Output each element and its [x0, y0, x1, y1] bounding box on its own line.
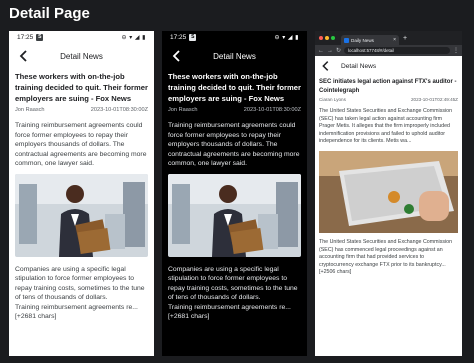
article-summary: Training reimbursement agreements could … [168, 122, 300, 167]
new-tab-icon[interactable]: + [403, 35, 407, 42]
browser-tab-strip: Daily News × + [315, 31, 462, 45]
status-time: 17:25 [17, 34, 34, 41]
status-bar: 17:25 S ⊖ ▾ ◢ ▮ [9, 31, 154, 44]
signal-wifi-battery-icons: ⊖ ▾ ◢ ▮ [274, 35, 299, 41]
notification-badge-icon: S [189, 34, 197, 41]
article-meta: Ciaran Lyons 2023-10-01T02:49:45Z [319, 97, 458, 102]
article-content: The United States Securities and Exchang… [319, 238, 453, 276]
close-window-icon[interactable] [319, 36, 323, 40]
signal-wifi-battery-icons: ⊖ ▾ ◢ ▮ [121, 35, 146, 41]
article-content: Companies are using a specific legal sti… [15, 265, 145, 302]
back-arrow-icon[interactable] [319, 59, 333, 73]
article-meta: Jon Raasch 2023-10-01T08:30:00Z [15, 107, 148, 113]
article: These workers with on-the-job training d… [162, 71, 307, 322]
address-bar[interactable]: localhost:57748/#/detail [344, 47, 450, 54]
article-image [15, 173, 148, 257]
article-char-count: [+2681 chars] [15, 313, 57, 320]
article-summary: The United States Securities and Exchang… [319, 108, 453, 145]
article-author: Jon Raasch [168, 107, 198, 113]
light-mode-screen: 17:25 S ⊖ ▾ ◢ ▮ Detail News These worker… [9, 31, 154, 356]
article-headline: These workers with on-the-job training d… [15, 72, 148, 103]
dark-mode-screen: 17:25 S ⊖ ▾ ◢ ▮ Detail News These worker… [162, 31, 307, 356]
menu-icon[interactable]: ⋮ [453, 47, 459, 54]
url-text: localhost:57748/#/detail [348, 48, 395, 53]
article: These workers with on-the-job training d… [9, 71, 154, 322]
article-image [168, 173, 301, 257]
app-bar: Detail News [162, 44, 307, 68]
article-date: 2023-10-01T08:30:00Z [90, 107, 148, 113]
tab-close-icon[interactable]: × [393, 37, 396, 43]
page-title: Detail Page [9, 5, 90, 22]
article-author: Ciaran Lyons [319, 97, 346, 102]
notification-badge-icon: S [36, 34, 44, 41]
app-bar: Detail News [9, 44, 154, 68]
article: SEC initiates legal action against FTX's… [315, 78, 462, 277]
app-bar-title: Detail News [341, 63, 377, 70]
back-arrow-icon[interactable] [16, 48, 32, 64]
article-date: 2023-10-01T02:49:45Z [411, 97, 458, 102]
article-headline: SEC initiates legal action against FTX's… [319, 79, 457, 94]
browser-toolbar: ← → ↻ localhost:57748/#/detail ⋮ [315, 45, 462, 56]
app-bar: Detail News [315, 56, 462, 77]
article-char-count: [+2681 chars] [168, 313, 210, 320]
article-content: Companies are using a specific legal sti… [168, 265, 298, 302]
status-bar: 17:25 S ⊖ ▾ ◢ ▮ [162, 31, 307, 44]
back-arrow-icon[interactable] [169, 48, 185, 64]
reload-icon[interactable]: ↻ [336, 47, 341, 54]
browser-back-icon[interactable]: ← [318, 48, 324, 54]
article-meta: Jon Raasch 2023-10-01T08:30:00Z [168, 107, 301, 113]
article-summary: Training reimbursement agreements could … [15, 122, 147, 167]
article-author: Jon Raasch [15, 107, 45, 113]
browser-forward-icon[interactable]: → [327, 48, 333, 54]
favicon-icon [344, 37, 349, 43]
article-content-more: Training reimbursement agreements re... [168, 303, 291, 311]
minimize-window-icon[interactable] [325, 36, 329, 40]
article-headline: These workers with on-the-job training d… [168, 72, 301, 103]
maximize-window-icon[interactable] [331, 36, 335, 40]
article-content-more: Training reimbursement agreements re... [15, 303, 138, 311]
tab-title: Daily News [351, 37, 374, 43]
browser-screen: Daily News × + ← → ↻ localhost:57748/#/d… [315, 31, 462, 356]
status-time: 17:25 [170, 34, 187, 41]
article-image [319, 150, 458, 233]
article-date: 2023-10-01T08:30:00Z [243, 107, 301, 113]
browser-tab[interactable]: Daily News × [341, 35, 399, 45]
